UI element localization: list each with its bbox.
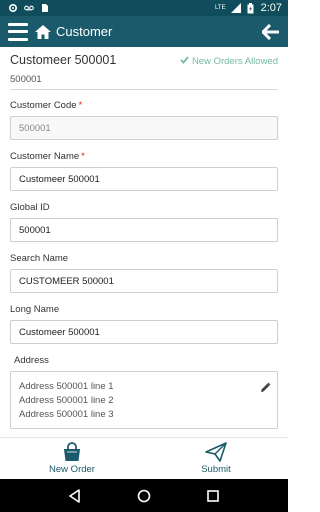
global-id-value: 500001 — [19, 224, 51, 236]
long-name-value: Customeer 500001 — [19, 326, 100, 338]
customer-code-value: 500001 — [19, 122, 51, 134]
search-name-label: Search Name — [10, 253, 69, 264]
app-bar: Customer — [0, 16, 288, 47]
home-icon[interactable] — [34, 23, 52, 41]
back-arrow-icon[interactable] — [260, 22, 280, 42]
send-icon — [205, 442, 227, 462]
customer-name-field[interactable]: Customeer 500001 — [10, 167, 278, 191]
status-right-icons: LTE 2:07 — [215, 2, 282, 14]
orders-status-badge: New Orders Allowed — [180, 56, 278, 67]
shopping-bag-icon — [61, 442, 83, 462]
battery-icon — [246, 2, 256, 13]
required-marker: * — [78, 100, 83, 111]
address-line-3: Address 500001 line 3 — [19, 409, 114, 420]
settings-icon — [8, 3, 18, 13]
orders-status-text: New Orders Allowed — [191, 56, 278, 67]
system-nav-bar — [0, 479, 288, 512]
page-title: Customer — [56, 24, 113, 39]
bottom-action-bar: New Order Submit — [0, 437, 288, 479]
customer-title: Customeer 500001 — [10, 53, 117, 67]
global-id-label: Global ID — [10, 202, 50, 213]
customer-header: Customeer 500001 New Orders Allowed — [10, 53, 278, 67]
submit-label: Submit — [201, 464, 231, 475]
address-label: Address — [14, 355, 49, 366]
new-order-label: New Order — [49, 464, 95, 475]
long-name-field[interactable]: Customeer 500001 — [10, 320, 278, 344]
address-line-2: Address 500001 line 2 — [19, 395, 114, 406]
new-order-button[interactable]: New Order — [0, 438, 144, 479]
nav-back-icon[interactable] — [65, 486, 85, 506]
search-name-field[interactable]: CUSTOMEER 500001 — [10, 269, 278, 293]
signal-icon — [230, 3, 241, 13]
customer-form: Customeer 500001 New Orders Allowed 5000… — [0, 47, 288, 437]
customer-name-label: Customer Name * — [10, 151, 85, 162]
long-name-label: Long Name — [10, 304, 60, 315]
required-marker: * — [81, 151, 85, 162]
nav-home-icon[interactable] — [134, 486, 154, 506]
check-icon — [180, 56, 189, 67]
sim-icon — [40, 3, 50, 13]
submit-button[interactable]: Submit — [144, 438, 288, 479]
status-left-icons — [8, 3, 50, 13]
address-box[interactable]: Address 500001 line 1 Address 500001 lin… — [10, 371, 278, 429]
nav-recents-icon[interactable] — [203, 486, 223, 506]
customer-code-label: Customer Code * — [10, 100, 83, 111]
address-line-1: Address 500001 line 1 — [19, 381, 114, 392]
customer-code-field: 500001 — [10, 116, 278, 140]
network-type: LTE — [215, 5, 226, 11]
clock: 2:07 — [260, 2, 282, 14]
edit-pencil-icon[interactable] — [260, 380, 271, 392]
voicemail-icon — [24, 3, 34, 13]
customer-id: 500001 — [10, 74, 278, 90]
customer-name-value: Customeer 500001 — [19, 173, 100, 185]
menu-icon[interactable] — [8, 22, 28, 41]
search-name-value: CUSTOMEER 500001 — [19, 275, 114, 287]
status-bar: LTE 2:07 — [0, 0, 288, 16]
global-id-field[interactable]: 500001 — [10, 218, 278, 242]
